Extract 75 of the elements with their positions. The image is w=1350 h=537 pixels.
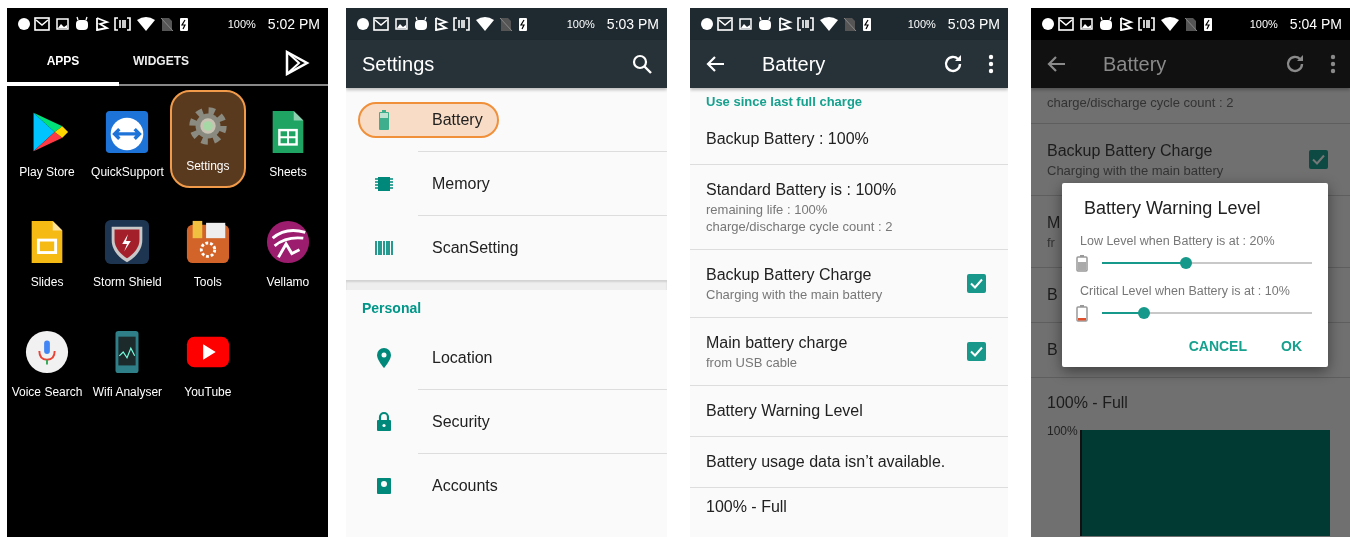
clock-time: 5:03 PM bbox=[947, 14, 1000, 34]
slider[interactable] bbox=[1102, 257, 1312, 269]
preference-summary: from USB cable bbox=[706, 353, 798, 371]
clock-time: 5:02 PM bbox=[267, 14, 320, 34]
app-shortcut[interactable]: YouTube bbox=[169, 310, 246, 420]
back-arrow-icon[interactable] bbox=[1047, 54, 1067, 74]
dialog-title: Battery Warning Level bbox=[1084, 197, 1262, 220]
preference-summary: charge/discharge cycle count : 2 bbox=[706, 217, 893, 235]
section-header: Use since last full charge bbox=[705, 93, 864, 111]
settings-item[interactable]: Location bbox=[358, 340, 509, 376]
slider[interactable] bbox=[1102, 307, 1312, 319]
chart-axis-label: 100% bbox=[1047, 423, 1078, 440]
app-shortcut[interactable]: Tools bbox=[169, 200, 246, 310]
circle-logo-icon bbox=[264, 219, 311, 265]
battery-percent: 100% bbox=[1249, 16, 1278, 32]
slider-thumb[interactable] bbox=[1138, 307, 1150, 319]
app-bar-title: Battery bbox=[762, 52, 827, 77]
preference-summary: charge/discharge cycle count : 2 bbox=[1047, 94, 1234, 111]
app-bar-title: Settings bbox=[362, 52, 436, 77]
clock-time: 5:04 PM bbox=[1289, 14, 1342, 34]
preference-title: Backup Battery Charge bbox=[706, 264, 872, 285]
preference-title: Main battery charge bbox=[706, 332, 848, 353]
app-shortcut[interactable]: Voice Search bbox=[9, 310, 86, 420]
search-icon[interactable] bbox=[631, 53, 653, 75]
preference-title: M bbox=[1047, 213, 1061, 233]
toolbox-icon bbox=[184, 219, 231, 265]
app-shortcut[interactable]: Storm Shield bbox=[89, 200, 166, 310]
checkbox[interactable] bbox=[967, 341, 986, 361]
refresh-icon[interactable] bbox=[942, 53, 964, 75]
checkbox[interactable] bbox=[967, 273, 986, 293]
app-shortcut[interactable]: QuickSupport bbox=[89, 90, 166, 200]
preference-title: B bbox=[1047, 340, 1058, 360]
tab[interactable]: WIDGETS bbox=[119, 40, 203, 86]
preference-title: Standard Battery is : 100% bbox=[706, 179, 897, 200]
preference-title: 100% - Full bbox=[1047, 393, 1128, 413]
battery-percent: 100% bbox=[907, 16, 936, 32]
slider-label: Critical Level when Battery is at : 10% bbox=[1080, 284, 1290, 298]
app-shortcut[interactable]: Slides bbox=[9, 200, 86, 310]
clock-time: 5:03 PM bbox=[606, 14, 659, 34]
settings-item[interactable]: Battery bbox=[358, 102, 499, 138]
settings-item[interactable]: Security bbox=[358, 404, 506, 440]
settings-item[interactable]: ScanSetting bbox=[358, 230, 535, 266]
preference-title: Backup Battery Charge bbox=[1047, 141, 1213, 161]
preference-summary: remaining life : 100% bbox=[706, 200, 828, 218]
preference-title: 100% - Full bbox=[706, 496, 787, 517]
more-options-icon[interactable] bbox=[988, 54, 994, 74]
battery-icon bbox=[1076, 254, 1088, 272]
slider-label: Low Level when Battery is at : 20% bbox=[1080, 234, 1275, 248]
preference-title: B bbox=[1047, 285, 1058, 305]
app-shortcut[interactable]: Settings bbox=[169, 90, 246, 188]
section-header: Personal bbox=[361, 298, 423, 318]
app-shortcut[interactable]: Wifi Analyser bbox=[89, 310, 166, 420]
app-shortcut[interactable]: Vellamo bbox=[249, 200, 326, 310]
more-options-icon[interactable] bbox=[1330, 54, 1336, 74]
battery-percent: 100% bbox=[566, 16, 595, 32]
tab[interactable]: APPS bbox=[7, 40, 119, 86]
preference-title: Battery usage data isn’t available. bbox=[706, 451, 946, 472]
battery-icon bbox=[1076, 304, 1088, 322]
shield-icon bbox=[104, 219, 151, 265]
checkbox[interactable] bbox=[1309, 150, 1328, 169]
app-shortcut[interactable]: Play Store bbox=[9, 90, 86, 200]
app-shortcut[interactable]: Sheets bbox=[249, 90, 326, 200]
preference-title: Backup Battery : 100% bbox=[706, 128, 869, 149]
play-outline-icon[interactable] bbox=[284, 50, 310, 76]
refresh-icon[interactable] bbox=[1284, 53, 1306, 75]
battery-percent: 100% bbox=[227, 16, 256, 32]
app-bar-title: Battery bbox=[1103, 52, 1168, 77]
preference-summary: Charging with the main battery bbox=[706, 285, 883, 303]
slider-thumb[interactable] bbox=[1180, 257, 1192, 269]
settings-item[interactable]: Memory bbox=[358, 166, 506, 202]
preference-title: Battery Warning Level bbox=[706, 400, 863, 421]
microphone-icon bbox=[24, 329, 71, 375]
preference-summary: fr bbox=[1047, 234, 1055, 251]
preference-summary: Charging with the main battery bbox=[1047, 162, 1224, 179]
settings-item[interactable]: Accounts bbox=[358, 468, 514, 504]
